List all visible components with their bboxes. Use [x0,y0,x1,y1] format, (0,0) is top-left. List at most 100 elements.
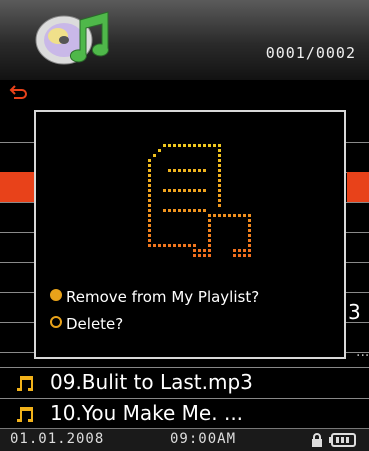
icon-dot [208,244,211,247]
icon-dot [218,214,221,217]
icon-dot [148,204,151,207]
icon-dot [248,249,251,252]
icon-dot [208,249,211,252]
icon-dot [148,179,151,182]
option-label: Remove from My Playlist? [66,288,260,306]
icon-dot [168,144,171,147]
icon-dot [203,169,206,172]
music-note-icon [17,376,33,391]
selected-row-highlight [347,172,369,202]
battery-icon [329,433,356,447]
icon-dot [218,204,221,207]
icon-dot [148,194,151,197]
icon-dot [178,189,181,192]
icon-dot [148,229,151,232]
navigation-bar [0,80,369,106]
back-arrow-icon[interactable] [8,84,28,102]
icon-dot [228,214,231,217]
icon-dot [238,254,241,257]
icon-dot [148,209,151,212]
obscured-list-text: 3 [348,300,361,324]
icon-dot [218,169,221,172]
icon-dot [168,189,171,192]
icon-dot [198,249,201,252]
icon-dot [148,199,151,202]
icon-dot [218,149,221,152]
icon-dot [163,189,166,192]
icon-dot [198,144,201,147]
icon-dot [188,169,191,172]
icon-dot [183,169,186,172]
icon-dot [243,254,246,257]
icon-dot [193,254,196,257]
option-label: Delete? [66,315,124,333]
status-bar: 01.01.2008 09:00AM [0,428,369,451]
music-note-icon [17,407,33,422]
icon-dot [163,144,166,147]
icon-dot [173,209,176,212]
list-item[interactable]: 09.Bulit to Last.mp3 [0,367,369,398]
track-counter: 0001/0002 [265,44,356,62]
icon-dot [203,189,206,192]
list-item[interactable]: 10.You Make Me. ... [0,398,369,429]
icon-dot [148,164,151,167]
icon-dot [233,254,236,257]
icon-dot [148,234,151,237]
icon-dot [193,169,196,172]
icon-dot [173,244,176,247]
obscured-list-ellipsis: ... [356,344,369,360]
remove-from-playlist-option[interactable]: Remove from My Playlist? [50,288,259,306]
icon-dot [218,159,221,162]
icon-dot [218,154,221,157]
icon-dot [203,254,206,257]
music-disc-icon [35,11,109,65]
icon-dot [218,194,221,197]
icon-dot [193,144,196,147]
icon-dot [153,244,156,247]
icon-dot [208,214,211,217]
icon-dot [178,209,181,212]
icon-dot [183,144,186,147]
icon-dot [213,144,216,147]
icon-dot [208,229,211,232]
icon-dot [148,224,151,227]
icon-dot [238,214,241,217]
delete-dialog: Remove from My Playlist? Delete? [34,110,346,359]
delete-option[interactable]: Delete? [50,315,123,333]
icon-dot [193,249,196,252]
delete-document-icon [148,144,251,257]
icon-dot [218,199,221,202]
date-display: 01.01.2008 [10,431,105,447]
icon-dot [218,174,221,177]
icon-dot [198,169,201,172]
icon-dot [198,189,201,192]
icon-dot [173,169,176,172]
icon-dot [168,244,171,247]
icon-dot [148,159,151,162]
lock-icon [312,433,322,447]
icon-dot [243,214,246,217]
icon-dot [208,224,211,227]
radio-selected-icon [50,289,62,301]
icon-dot [248,254,251,257]
icon-dot [248,219,251,222]
icon-dot [148,189,151,192]
icon-dot [193,189,196,192]
time-display: 09:00AM [170,431,237,447]
icon-dot [168,169,171,172]
icon-dot [238,249,241,252]
icon-dot [148,244,151,247]
icon-dot [173,144,176,147]
icon-dot [178,244,181,247]
icon-dot [208,254,211,257]
header-bar: 0001/0002 [0,0,369,81]
icon-dot [183,189,186,192]
icon-dot [233,249,236,252]
icon-dot [163,244,166,247]
icon-dot [218,144,221,147]
icon-dot [158,149,161,152]
icon-dot [148,219,151,222]
icon-dot [233,214,236,217]
icon-dot [188,189,191,192]
icon-dot [148,169,151,172]
